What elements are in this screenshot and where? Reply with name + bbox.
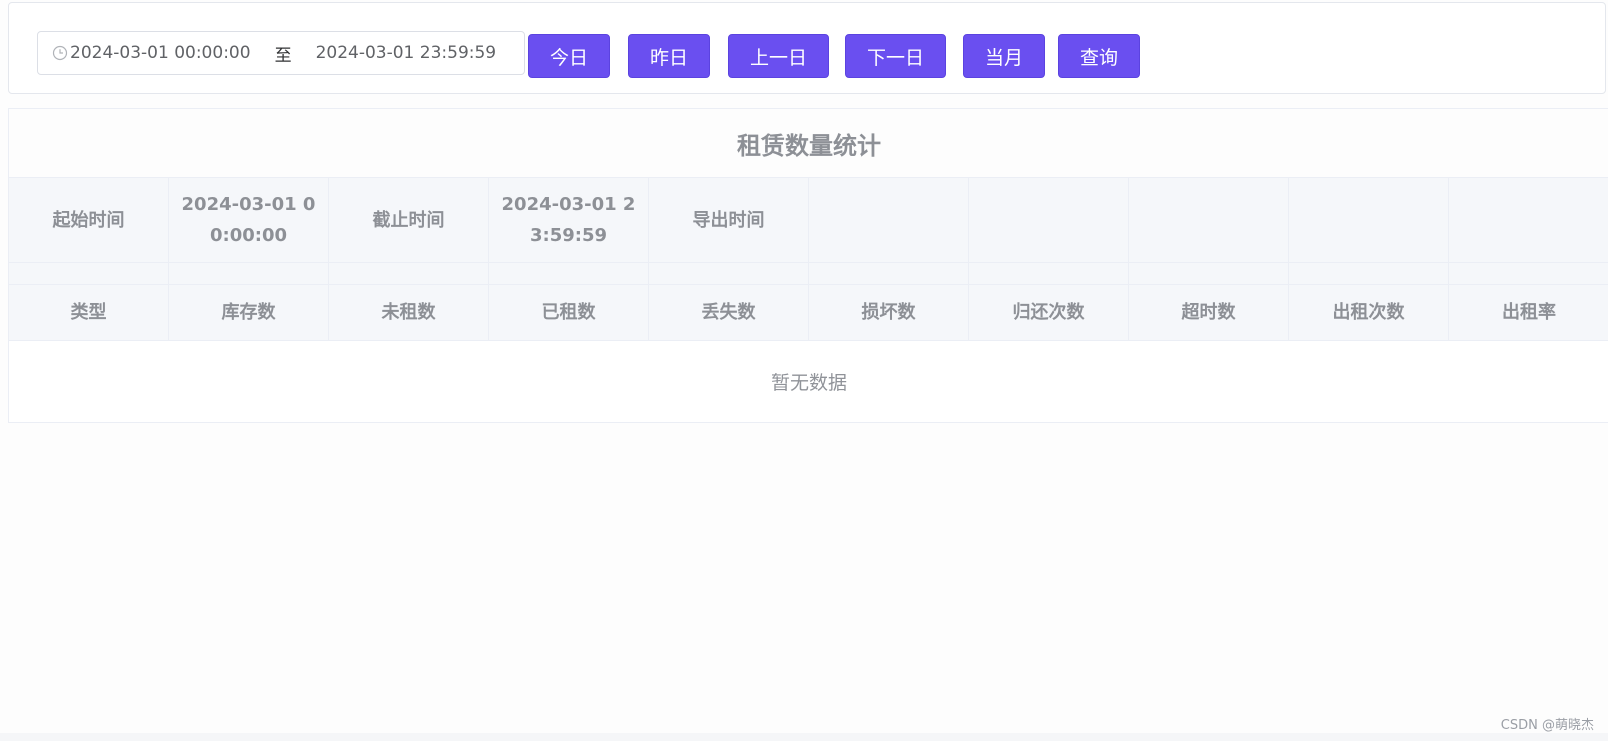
spacer-cell <box>9 263 169 284</box>
meta-empty-cell <box>1129 178 1289 262</box>
today-button[interactable]: 今日 <box>528 34 610 78</box>
date-range-picker[interactable]: 2024-03-01 00:00:00 至 2024-03-01 23:59:5… <box>37 31 525 75</box>
range-start-input[interactable]: 2024-03-01 00:00:00 <box>70 43 251 63</box>
empty-state-text: 暂无数据 <box>9 341 1608 422</box>
report-table: 租赁数量统计 起始时间 2024-03-01 00:00:00 截止时间 202… <box>8 108 1608 423</box>
meta-empty-cell <box>969 178 1129 262</box>
spacer-cell <box>969 263 1129 284</box>
end-time-value: 2024-03-01 23:59:59 <box>489 178 649 262</box>
spacer-cell <box>1129 263 1289 284</box>
column-header-rental-rate: 出租率 <box>1502 302 1556 323</box>
report-meta-row: 起始时间 2024-03-01 00:00:00 截止时间 2024-03-01… <box>9 178 1608 263</box>
spacer-cell <box>809 263 969 284</box>
export-time-value <box>809 178 969 262</box>
spacer-cell <box>649 263 809 284</box>
report-title: 租赁数量统计 <box>9 109 1608 178</box>
watermark: CSDN @萌晓杰 <box>1500 718 1594 733</box>
column-header-lost: 丢失数 <box>649 285 809 340</box>
range-end-input[interactable]: 2024-03-01 23:59:59 <box>316 43 497 63</box>
column-header-returns: 归还次数 <box>969 285 1129 340</box>
yesterday-button[interactable]: 昨日 <box>628 34 710 78</box>
this-month-button[interactable]: 当月 <box>963 34 1045 78</box>
end-time-label: 截止时间 <box>329 178 489 262</box>
prev-day-button[interactable]: 上一日 <box>728 34 829 78</box>
meta-empty-cell <box>1289 178 1449 262</box>
column-header-damaged: 损坏数 <box>809 285 969 340</box>
export-time-label: 导出时间 <box>649 178 809 262</box>
clock-icon <box>52 45 68 61</box>
column-header-type: 类型 <box>9 285 169 340</box>
spacer-row <box>9 263 1608 285</box>
page: 2024-03-01 00:00:00 至 2024-03-01 23:59:5… <box>0 0 1608 733</box>
query-button[interactable]: 查询 <box>1058 34 1140 78</box>
column-header-rented: 已租数 <box>489 285 649 340</box>
column-header-rentals: 出租次数 <box>1289 285 1449 340</box>
range-separator: 至 <box>274 45 292 66</box>
start-time-label: 起始时间 <box>9 178 169 262</box>
spacer-cell <box>489 263 649 284</box>
start-time-value: 2024-03-01 00:00:00 <box>169 178 329 262</box>
spacer-cell <box>1289 263 1449 284</box>
column-header-row: 类型 库存数 未租数 已租数 丢失数 损坏数 归还次数 超时数 出租次数 出租率 <box>9 285 1608 341</box>
column-header-stock: 库存数 <box>169 285 329 340</box>
spacer-cell <box>169 263 329 284</box>
column-header-overdue: 超时数 <box>1129 285 1289 340</box>
meta-empty-cell <box>1449 178 1608 262</box>
next-day-button[interactable]: 下一日 <box>845 34 946 78</box>
spacer-cell <box>329 263 489 284</box>
spacer-cell <box>1449 263 1608 284</box>
column-header-unrented: 未租数 <box>329 285 489 340</box>
